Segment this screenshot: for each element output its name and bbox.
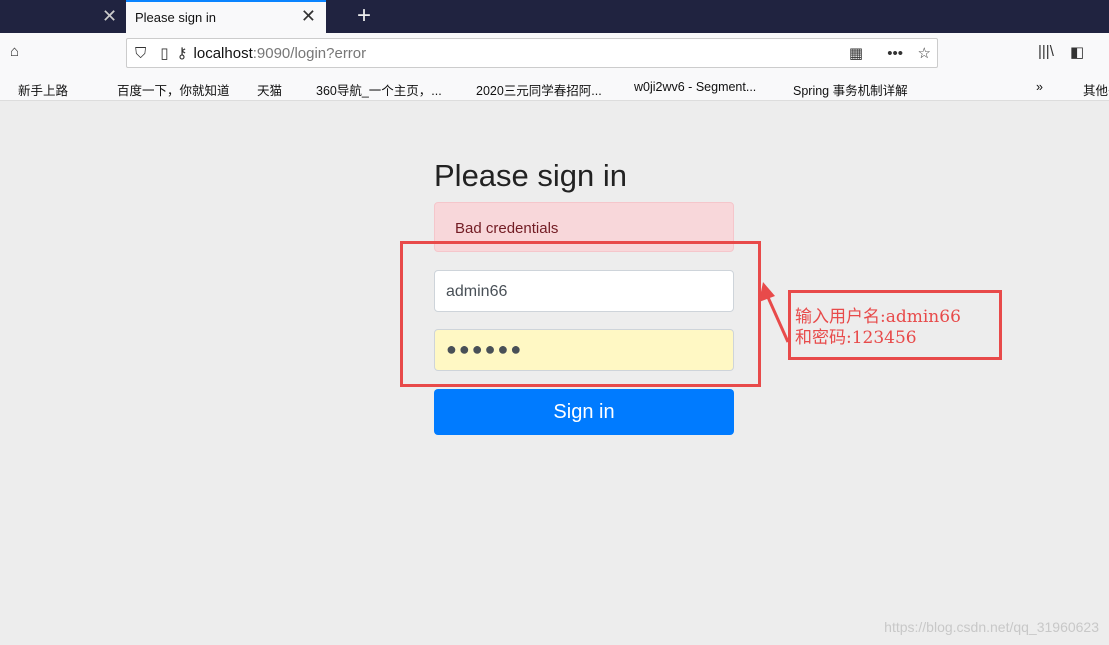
bookmark-folder[interactable]: 其他书签 <box>1083 80 1109 99</box>
sign-in-button[interactable]: Sign in <box>434 389 734 435</box>
new-tab-icon[interactable]: + <box>357 2 371 30</box>
bookmark[interactable]: 2020三元同学春招阿... <box>476 80 602 99</box>
page-icon: ▯ <box>160 45 169 62</box>
annotation-line: 输入用户名:admin66 <box>795 307 961 327</box>
sidebar-icon[interactable]: ◧ <box>1070 43 1084 61</box>
tab-bar: ✕ Please sign in ✕ + <box>0 0 1109 33</box>
chevron-right-icon[interactable]: » <box>1036 80 1043 94</box>
watermark: https://blog.csdn.net/qq_31960623 <box>884 619 1099 635</box>
annotation-box <box>400 241 761 387</box>
address-bar[interactable]: ⛉ ▯ ⚷ localhost:9090/login?error ▦ ••• ☆ <box>126 38 938 68</box>
home-icon[interactable]: ⌂ <box>10 43 19 60</box>
more-icon[interactable]: ••• <box>887 45 903 62</box>
library-icon[interactable]: |||\ <box>1038 43 1054 60</box>
bookmark[interactable]: 天猫 <box>257 80 282 99</box>
page-title: Please sign in <box>434 158 628 193</box>
shield-icon[interactable]: ⛉ <box>135 45 146 62</box>
close-tab-icon[interactable]: ✕ <box>102 6 117 27</box>
bookmark[interactable]: 百度一下，你就知道 <box>117 80 230 99</box>
url-host: localhost <box>193 44 253 62</box>
annotation-line: 和密码:123456 <box>795 328 917 348</box>
annotation-note: 输入用户名:admin66 和密码:123456 <box>788 290 1002 360</box>
tab-title: Please sign in <box>135 10 216 25</box>
nav-bar: ⌂ ⛉ ▯ ⚷ localhost:9090/login?error ▦ •••… <box>0 33 1109 73</box>
bookmark[interactable]: 新手上路 <box>18 80 68 99</box>
qr-code-icon[interactable]: ▦ <box>849 44 863 62</box>
star-icon[interactable]: ☆ <box>918 44 931 62</box>
bookmarks-bar: 新手上路 百度一下，你就知道 天猫 360导航_一个主页，... 2020三元同… <box>0 73 1109 101</box>
key-icon[interactable]: ⚷ <box>177 44 188 62</box>
bookmark[interactable]: Spring 事务机制详解 <box>793 80 908 99</box>
close-tab-icon[interactable]: ✕ <box>301 6 316 27</box>
bookmark[interactable]: w0ji2wv6 - Segment... <box>634 80 756 94</box>
tab-active[interactable]: Please sign in ✕ <box>126 0 326 33</box>
url-path: :9090/login?error <box>252 44 367 62</box>
bookmark[interactable]: 360导航_一个主页，... <box>316 80 442 99</box>
